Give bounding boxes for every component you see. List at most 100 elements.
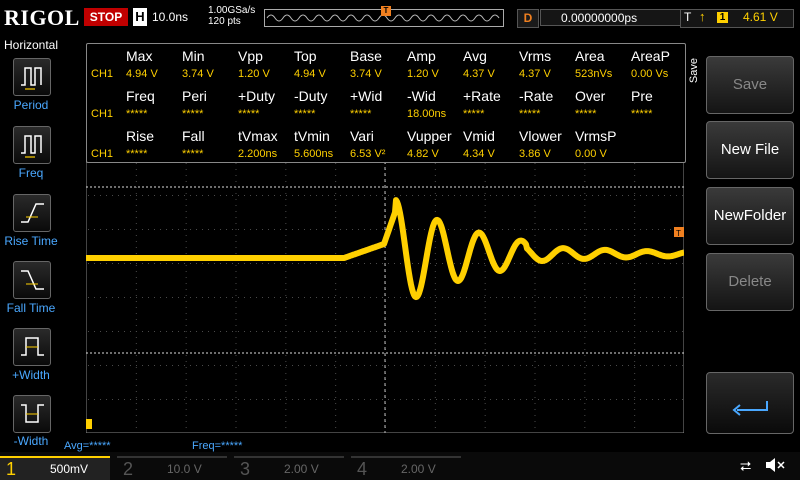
measure-label: -Wid: [407, 88, 436, 104]
measure-value: 2.200ns: [238, 148, 278, 160]
horizontal-menu-title: Horizontal: [3, 38, 59, 52]
measure-value: 4.37 V: [463, 68, 495, 80]
channel-1-indicator[interactable]: 1 500mV: [0, 456, 110, 480]
measure-channel-label: CH1: [91, 148, 114, 160]
enter-arrow-icon: [732, 401, 768, 416]
channel-4-indicator[interactable]: 4 2.00 V: [351, 456, 461, 480]
measure-value: 3.74 V: [350, 68, 382, 80]
channel-scale: 10.0 V: [167, 462, 202, 476]
measure-value: *****: [182, 108, 204, 120]
measure-value: *****: [182, 148, 204, 160]
status-freq: Freq=*****: [192, 440, 243, 452]
save-button[interactable]: Save: [706, 56, 794, 114]
new-folder-button[interactable]: NewFolder: [706, 187, 794, 245]
trigger-level-marker-label: T: [676, 229, 681, 238]
measure-value: 0.00 V: [575, 148, 607, 160]
measure-label: +Duty: [238, 88, 275, 104]
measure-label: Pre: [631, 88, 653, 104]
measure-value: 4.82 V: [407, 148, 439, 160]
memory-depth-value: 120 pts: [208, 16, 241, 27]
frequency-icon: [21, 135, 42, 158]
measure-value: 3.86 V: [519, 148, 551, 160]
measure-label: Freq: [126, 88, 155, 104]
measure-label: +Rate: [463, 88, 501, 104]
usb-icon: ⮂: [740, 458, 752, 474]
measure-label: -Rate: [519, 88, 554, 104]
save-menu-title: Save: [688, 58, 700, 84]
measure-label: Rise: [126, 128, 155, 144]
sample-rate: 1.00GSa/s 120 pts: [208, 5, 255, 27]
measure-label: Fall: [182, 128, 205, 144]
ch1-offset-marker[interactable]: [82, 419, 92, 429]
rise-time-button[interactable]: [13, 194, 51, 232]
measure-value: 5.600ns: [294, 148, 334, 160]
measure-label: Avg: [463, 48, 487, 64]
channel-number: 4: [357, 459, 368, 479]
delay-value[interactable]: 0.00000000ps: [540, 9, 695, 26]
measure-value: 1.20 V: [407, 68, 439, 80]
waveform-graticule: T: [82, 160, 686, 434]
channel-number: 3: [240, 459, 251, 479]
fall-time-label: Fall Time: [6, 301, 56, 315]
measure-label: Over: [575, 88, 606, 104]
negative-width-button[interactable]: [13, 395, 51, 433]
rise-time-icon: [21, 203, 44, 223]
trigger-position-marker[interactable]: T: [381, 6, 391, 16]
period-button[interactable]: [13, 58, 51, 96]
channel-scale: 500mV: [50, 462, 89, 476]
positive-width-label: +Width: [12, 368, 50, 382]
measure-value: 4.37 V: [519, 68, 551, 80]
measure-value: *****: [126, 108, 148, 120]
trigger-label: T: [684, 10, 692, 24]
measure-label: VrmsP: [575, 128, 617, 144]
brand-logo: RIGOL: [4, 5, 80, 30]
measure-value: 6.53 V²: [350, 148, 386, 160]
measure-value: 1.20 V: [238, 68, 270, 80]
measure-value: 4.94 V: [294, 68, 326, 80]
measure-label: Top: [294, 48, 317, 64]
measure-channel-label: CH1: [91, 68, 114, 80]
fall-time-icon: [21, 270, 44, 290]
measure-label: Vlower: [519, 128, 562, 144]
frequency-button[interactable]: [13, 126, 51, 164]
measure-label: tVmax: [238, 128, 278, 144]
enter-button[interactable]: [706, 372, 794, 434]
measure-label: Base: [350, 48, 382, 64]
channel-2-indicator[interactable]: 2 10.0 V: [117, 456, 227, 480]
period-icon: [21, 67, 42, 90]
sound-muted-icon[interactable]: [764, 456, 786, 479]
waveform-display[interactable]: T: [82, 160, 686, 434]
measure-value: *****: [631, 108, 653, 120]
measurement-panel: Max Min Vpp Top Base Amp Avg Vrms Area AreaP CH1 4.…: [86, 43, 686, 163]
trigger-source: 1: [717, 12, 728, 23]
channel-number: 1: [6, 459, 17, 479]
measure-value: *****: [294, 108, 316, 120]
measure-label: +Wid: [350, 88, 383, 104]
fall-time-button[interactable]: [13, 261, 51, 299]
positive-width-icon: [21, 337, 44, 356]
new-file-button[interactable]: New File: [706, 121, 794, 179]
measure-label: Area: [575, 48, 605, 64]
frequency-label: Freq: [18, 166, 44, 180]
delete-button[interactable]: Delete: [706, 253, 794, 311]
delay-label: D: [517, 9, 539, 28]
measure-value: *****: [126, 148, 148, 160]
measure-value: 4.94 V: [126, 68, 158, 80]
rise-time-label: Rise Time: [4, 234, 58, 248]
measure-value: *****: [350, 108, 372, 120]
measure-label: Vupper: [407, 128, 452, 144]
measure-label: Peri: [182, 88, 207, 104]
measure-value: *****: [463, 108, 485, 120]
trigger-level: 4.61 V: [743, 10, 778, 24]
measure-label: Max: [126, 48, 153, 64]
negative-width-label: -Width: [13, 434, 49, 448]
run-stop-indicator[interactable]: STOP: [84, 8, 128, 26]
measure-value: 4.34 V: [463, 148, 495, 160]
period-label: Period: [13, 98, 49, 112]
negative-width-icon: [21, 404, 44, 423]
measure-value: *****: [238, 108, 260, 120]
channel-3-indicator[interactable]: 3 2.00 V: [234, 456, 344, 480]
timebase-label: H: [133, 8, 147, 26]
positive-width-button[interactable]: [13, 328, 51, 366]
timebase-value[interactable]: 10.0ns: [152, 10, 188, 24]
